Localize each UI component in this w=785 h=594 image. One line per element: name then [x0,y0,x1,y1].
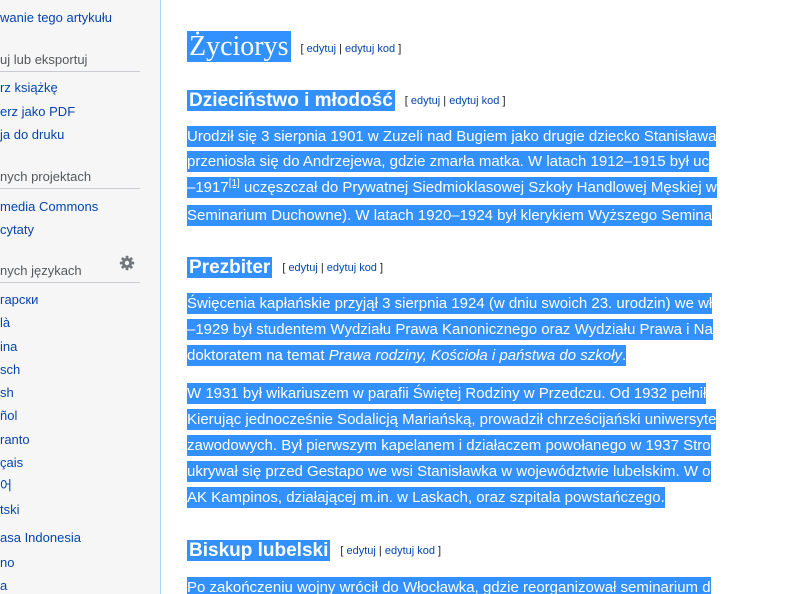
sidebar-link-language[interactable]: tski [0,502,20,518]
sidebar: wanie tego artykułu uj lub eksportuj rz … [0,0,160,594]
gear-icon[interactable] [119,255,135,271]
edit-source-link[interactable]: edytuj kod [345,43,395,55]
divider [0,282,140,283]
paragraph-line: –1917[1] uczęszczał do Prywatnej Siedmio… [187,177,717,198]
paragraph-line: Kierując jednocześnie Sodalicją Mariańsk… [187,409,717,430]
section-heading-biography: Życiorys [ edytuj | edytuj kod ] [187,31,401,65]
edit-link[interactable]: edytuj [411,95,440,107]
paragraph-line: AK Kampinos, działającej m.in. w Laskach… [187,487,665,508]
edit-source-link[interactable]: edytuj kod [327,262,377,274]
subsection-heading-bishop-lublin: Biskup lubelski [ edytuj | edytuj kod ] [187,539,441,563]
sidebar-link-download-pdf[interactable]: erz jako PDF [0,104,75,120]
divider [0,71,140,72]
subsection-heading-priest: Prezbiter [ edytuj | edytuj kod ] [187,256,383,280]
sidebar-link-language[interactable]: sch [0,362,20,378]
sidebar-heading-languages: nych językach [0,263,82,278]
paragraph-line: doktoratem na temat Prawa rodziny, Kości… [187,345,627,366]
paragraph-line: –1929 był studentem Wydziału Prawa Kanon… [187,319,713,340]
sidebar-link-wikiquote[interactable]: cytaty [0,222,34,238]
sidebar-link-printable-version[interactable]: ja do druku [0,127,64,143]
sidebar-link-language[interactable]: asa Indonesia [0,530,81,546]
sidebar-heading-other-projects: nych projektach [0,169,92,184]
sidebar-link-language[interactable]: çais [0,455,23,471]
sidebar-link-language[interactable]: ina [0,339,17,355]
subsection-heading-title: Prezbiter [187,257,273,279]
subsection-heading-childhood: Dzieciństwo i młodość [ edytuj | edytuj k… [187,89,506,113]
subsection-heading-title: Dzieciństwo i młodość [187,90,395,112]
sidebar-link-language[interactable]: sh [0,385,14,401]
edit-source-link[interactable]: edytuj kod [449,95,499,107]
paragraph-line: W 1931 był wikariuszem w parafii Świętej… [187,383,707,404]
paragraph-line: ukrywał się przed Gestapo we wsi Stanisł… [187,461,711,482]
sidebar-link-page-info[interactable]: wanie tego artykułu [0,10,112,26]
sidebar-link-language[interactable]: no [0,555,14,571]
subsection-heading-title: Biskup lubelski [187,540,331,562]
section-heading-title: Życiorys [187,31,291,62]
sidebar-link-language[interactable]: гарски [0,292,38,308]
sidebar-link-language[interactable]: a [0,578,7,594]
thesis-title: Prawa rodziny, Kościoła i państwa do szk… [328,347,622,364]
edit-link[interactable]: edytuj [347,545,376,557]
sidebar-link-wikimedia-commons[interactable]: media Commons [0,199,98,215]
edit-source-link[interactable]: edytuj kod [385,545,435,557]
edit-section-links: [ edytuj | edytuj kod ] [404,95,506,107]
article-content: Życiorys [ edytuj | edytuj kod ] Dziecińs… [161,0,785,594]
sidebar-heading-print-export: uj lub eksportuj [0,52,88,67]
footnote-reference[interactable]: [1] [229,178,240,189]
sidebar-link-language[interactable]: là [0,315,10,331]
edit-section-links: [ edytuj | edytuj kod ] [340,545,442,557]
edit-section-links: [ edytuj | edytuj kod ] [300,42,402,55]
edit-link[interactable]: edytuj [288,262,317,274]
sidebar-link-create-book[interactable]: rz książkę [0,80,58,96]
paragraph-line: zawodowych. Był pierwszym kapelanem i dz… [187,435,711,456]
divider [0,188,140,189]
edit-section-links: [ edytuj | edytuj kod ] [282,262,384,274]
paragraph-line: Seminarium Duchowne). W latach 1920–1924… [187,205,713,226]
sidebar-link-language[interactable]: ñol [0,408,17,424]
paragraph-line: Urodził się 3 sierpnia 1901 w Zuzeli nad… [187,126,717,147]
edit-link[interactable]: edytuj [307,43,336,55]
sidebar-link-language[interactable]: ranto [0,432,30,448]
paragraph-line: Po zakończeniu wojny wrócił do Włocławka… [187,577,711,594]
sidebar-link-language[interactable]: 어 [0,478,12,494]
paragraph-line: przeniosła się do Andrzejewa, gdzie zmar… [187,151,709,172]
paragraph-line: Święcenia kapłańskie przyjął 3 sierpnia … [187,293,713,314]
